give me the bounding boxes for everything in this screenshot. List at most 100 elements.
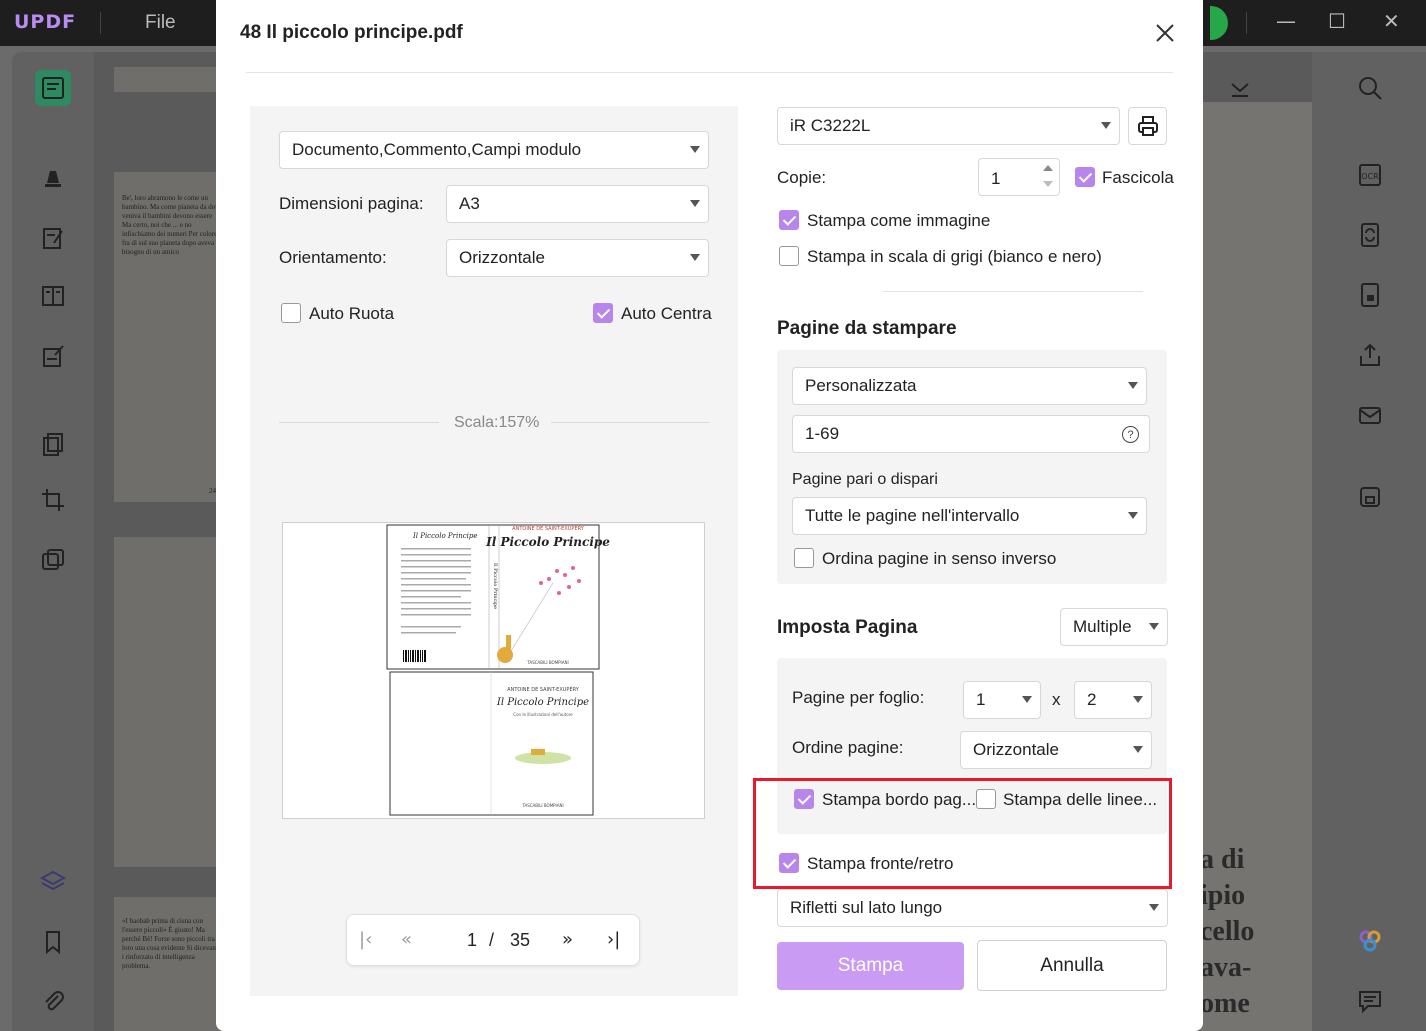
pages-mode-value: Personalizzata [805, 376, 917, 395]
print-lines-label: Stampa delle linee... [1003, 790, 1158, 809]
pages-per-sheet-rows-select[interactable]: 2 [1074, 681, 1152, 719]
odd-even-label: Pagine pari o dispari [792, 471, 938, 488]
maximize-icon[interactable]: ☐ [1328, 9, 1346, 33]
document-page [114, 537, 224, 867]
decrement-icon[interactable] [1043, 181, 1053, 187]
file-menu[interactable]: File [145, 12, 176, 34]
help-icon[interactable]: ? [1122, 426, 1139, 443]
reverse-order-label: Ordina pagine in senso inverso [822, 549, 1057, 568]
collate-label: Fascicola [1102, 168, 1174, 187]
page-separator: / [489, 930, 495, 950]
content-select[interactable]: Documento,Commento,Campi modulo [279, 131, 709, 169]
current-page-input[interactable]: 1 [467, 930, 477, 951]
page-range-value: 1-69 [805, 424, 840, 443]
share-icon[interactable] [1353, 338, 1387, 372]
svg-text:OCR: OCR [1361, 172, 1379, 181]
comment-icon[interactable] [1353, 984, 1387, 1018]
orientation-label: Orientamento: [279, 248, 387, 267]
print-button[interactable]: Stampa [777, 942, 964, 990]
text-line: ava- [1200, 952, 1252, 983]
odd-even-select[interactable]: Tutte le pagine nell'intervallo [792, 497, 1147, 535]
close-window-icon[interactable]: ✕ [1383, 9, 1400, 33]
search-icon[interactable] [1353, 71, 1387, 105]
grayscale-checkbox[interactable] [779, 246, 799, 266]
orientation-select[interactable]: Orizzontale [446, 239, 709, 277]
content-select-value: Documento,Commento,Campi modulo [292, 140, 582, 159]
chevron-down-icon [1149, 904, 1159, 911]
page-order-label: Ordine pagine: [792, 738, 904, 757]
ocr-icon[interactable]: OCR [1353, 158, 1387, 192]
page-range-input[interactable]: 1-69 ? [792, 415, 1150, 453]
second-title: Il Piccolo Principe [496, 697, 589, 708]
scale-label: Scala:157% [454, 414, 540, 431]
text-line: cello [1200, 916, 1255, 947]
close-icon [1156, 24, 1174, 42]
pages-mode-select[interactable]: Personalizzata [792, 367, 1147, 405]
attachment-icon[interactable] [35, 984, 71, 1020]
convert-file-icon[interactable] [1353, 218, 1387, 252]
previous-page-icon[interactable]: « [401, 929, 412, 950]
document-page [114, 67, 224, 92]
save-icon[interactable] [1353, 480, 1387, 514]
right-toolbar: OCR [1312, 52, 1426, 1031]
copies-label: Copie: [777, 168, 827, 187]
chevron-down-icon [690, 200, 700, 207]
text-line: ipio [1200, 880, 1246, 911]
section-divider [883, 291, 1143, 292]
updf-logo: UPDF [14, 11, 77, 33]
copies-stepper[interactable]: 1 [978, 158, 1060, 196]
page-layout-icon[interactable] [35, 278, 71, 314]
close-dialog-button[interactable] [1150, 18, 1180, 48]
chevron-down-icon [1128, 382, 1138, 389]
reverse-order-checkbox[interactable] [794, 548, 814, 568]
edit-pdf-icon[interactable] [35, 220, 71, 256]
page-setup-title: Imposta Pagina [777, 617, 918, 638]
last-page-icon[interactable]: ›| [607, 929, 620, 950]
second-subtitle: Con le illustrazioni dell'autore [513, 712, 573, 717]
chevron-down-icon [1149, 623, 1159, 630]
increment-icon[interactable] [1043, 165, 1053, 171]
protect-icon[interactable] [1353, 278, 1387, 312]
duplex-checkbox[interactable] [779, 853, 799, 873]
left-toolbar [12, 52, 94, 1031]
email-icon[interactable] [1353, 398, 1387, 432]
layers-icon[interactable] [35, 864, 71, 900]
cancel-button[interactable]: Annulla [977, 940, 1167, 991]
printer-select[interactable]: iR C3222L [777, 107, 1120, 145]
auto-rotate-checkbox[interactable] [281, 303, 301, 323]
auto-center-checkbox[interactable] [593, 303, 613, 323]
page-setup-mode-select[interactable]: Multiple [1060, 608, 1168, 646]
form-edit-icon[interactable] [35, 338, 71, 374]
orientation-value: Orizzontale [459, 248, 545, 267]
spine-title: Il Piccolo Principe [492, 563, 498, 609]
collate-checkbox[interactable] [1075, 167, 1095, 187]
divider [100, 12, 101, 34]
first-page-icon[interactable]: |‹ [359, 929, 372, 950]
copies-value: 1 [991, 169, 1001, 188]
printer-properties-button[interactable] [1128, 107, 1167, 145]
bookmark-icon[interactable] [35, 924, 71, 960]
reader-icon[interactable] [35, 70, 71, 106]
print-page-border-checkbox[interactable] [794, 789, 814, 809]
crop-icon[interactable] [35, 482, 71, 518]
print-lines-checkbox[interactable] [976, 789, 996, 809]
convert-icon[interactable] [35, 542, 71, 578]
page-order-select[interactable]: Orizzontale [960, 731, 1152, 769]
print-as-image-label: Stampa come immagine [807, 211, 991, 230]
collapse-icon[interactable] [1228, 80, 1252, 100]
back-cover-title: Il Piccolo Principe [412, 532, 478, 540]
second-author: ANTOINE DE SAINT-EXUPÉRY [507, 685, 580, 693]
cover-title: Il Piccolo Principe [485, 535, 610, 549]
printer-value: iR C3222L [790, 116, 871, 135]
highlighter-icon[interactable] [35, 158, 71, 194]
organize-pages-icon[interactable] [35, 426, 71, 462]
ai-assistant-icon[interactable] [1353, 924, 1387, 958]
next-page-icon[interactable]: » [562, 929, 573, 950]
print-as-image-checkbox[interactable] [779, 210, 799, 230]
page-size-select[interactable]: A3 [446, 185, 709, 223]
pps-rows-value: 2 [1087, 690, 1097, 709]
minimize-icon[interactable]: — [1276, 9, 1296, 33]
print-preview: Il Piccolo Principe Il Piccolo Principe … [282, 522, 705, 819]
pages-per-sheet-cols-select[interactable]: 1 [963, 681, 1041, 719]
flip-mode-select[interactable]: Rifletti sul lato lungo [777, 889, 1168, 927]
